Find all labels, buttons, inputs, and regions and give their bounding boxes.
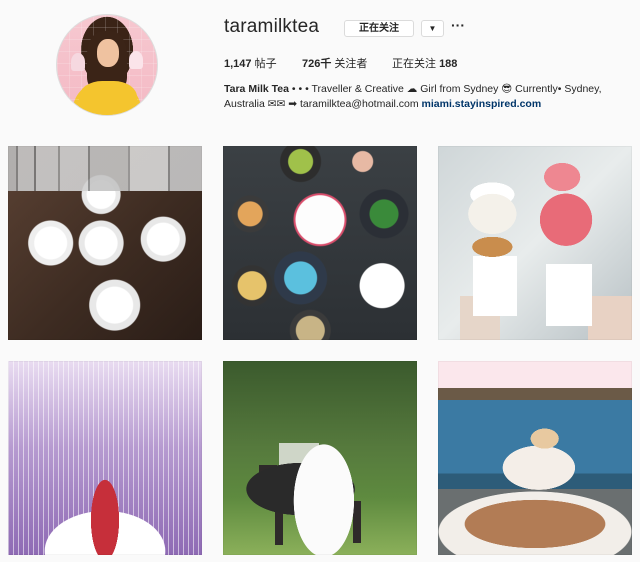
profile-username: taramilktea <box>224 16 320 37</box>
stat-followers-label: 关注者 <box>334 58 368 70</box>
stat-followers[interactable]: 726千 关注者 <box>302 55 367 71</box>
following-button[interactable]: 正在关注 <box>344 20 414 37</box>
bio-text-line2: Australia ✉✉ ➡ taramilktea@hotmail.com <box>224 98 422 110</box>
bio-text-line1: • • • Traveller & Creative ☁ Girl from S… <box>288 83 602 95</box>
stat-followers-value: 726千 <box>302 58 332 70</box>
more-options-icon[interactable]: ··· <box>451 17 465 33</box>
profile-bio: Tara Milk Tea • • • Traveller & Creative… <box>224 82 616 112</box>
post-thumbnail-latte-art[interactable] <box>8 146 202 340</box>
stat-following[interactable]: 正在关注 188 <box>392 55 457 71</box>
stat-following-value: 188 <box>439 58 458 70</box>
post-thumbnail-beach-picnic[interactable] <box>438 361 632 555</box>
stat-following-label: 正在关注 <box>392 58 436 70</box>
stat-posts-label: 帖子 <box>254 58 277 70</box>
post-thumbnail-food-flatlay[interactable] <box>223 146 417 340</box>
stat-posts-value: 1,147 <box>224 58 252 70</box>
posts-grid <box>8 146 632 556</box>
post-thumbnail-bride-horse[interactable] <box>223 361 417 555</box>
chevron-down-icon[interactable]: ▼ <box>421 20 444 37</box>
bio-name: Tara Milk Tea <box>224 83 289 95</box>
bio-website-link[interactable]: miami.stayinspired.com <box>422 98 542 110</box>
profile-avatar[interactable] <box>56 14 158 116</box>
stat-posts: 1,147 帖子 <box>224 55 277 71</box>
post-thumbnail-ice-cream[interactable] <box>438 146 632 340</box>
post-thumbnail-light-tunnel[interactable] <box>8 361 202 555</box>
